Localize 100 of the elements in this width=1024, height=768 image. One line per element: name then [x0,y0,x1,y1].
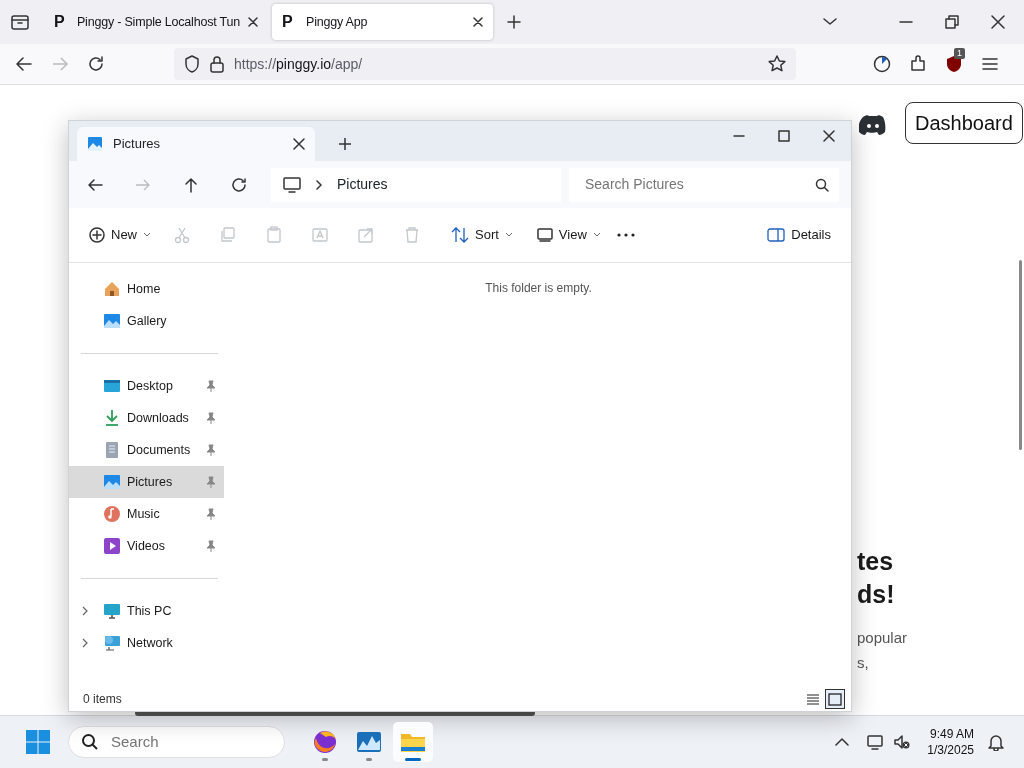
tab-title: Pictures [113,135,161,154]
clock-time: 9:49 AM [928,725,974,742]
fox-browser-icon [312,729,338,755]
back-icon[interactable] [15,55,33,73]
rename-icon [311,226,329,244]
house-icon [103,280,121,298]
music-note-icon [103,505,121,523]
chevron-up-icon[interactable] [835,737,850,747]
address-bar[interactable]: Pictures [271,167,561,202]
close-icon[interactable] [248,17,258,27]
breadcrumb-item: Pictures [337,175,388,194]
clock[interactable]: 9:49 AM 1/3/2025 [921,725,980,759]
monitor-icon [103,602,121,620]
restore-icon[interactable] [944,14,960,30]
sort-button[interactable]: Sort [443,219,521,251]
shield-icon[interactable] [945,55,963,73]
monitor-icon[interactable] [867,733,886,751]
clipboard-icon [265,226,283,244]
copy-icon [219,226,237,244]
sidebar-item[interactable]: Downloads [69,402,224,434]
bell-icon[interactable] [988,733,1004,751]
details-pane-icon [767,228,786,242]
tiles-view-button[interactable] [825,689,845,709]
favicon: P [282,12,294,32]
sidebar-item[interactable]: Gallery [69,305,224,337]
browser-tab[interactable]: P Pinggy - Simple Localhost Tun [44,4,268,40]
taskbar-app[interactable] [393,722,433,762]
reload-icon[interactable] [87,55,105,73]
tab-title: Pinggy - Simple Localhost Tun [76,13,240,31]
sidebar-item[interactable]: Home [69,273,224,305]
status-text: 0 items [83,691,123,708]
chart-app-icon [356,729,382,755]
clock-date: 1/3/2025 [927,742,974,759]
address-bar[interactable]: https://pinggy.io/app/ [174,48,796,80]
close-icon[interactable] [823,130,835,142]
lock-icon [210,55,224,73]
taskbar-search-box[interactable]: Search [68,726,285,758]
sort-arrows-icon [451,227,469,243]
tab-title: Pinggy App [306,13,369,31]
window-icon [536,228,553,242]
dashboard-button[interactable]: Dashboard [905,102,1023,144]
maximize-icon[interactable] [778,130,790,142]
close-icon[interactable] [473,17,483,27]
sidebar-item[interactable]: Desktop [69,370,224,402]
details-view-icon [805,691,821,707]
close-icon[interactable] [293,138,305,150]
sidebar-item[interactable]: Music [69,498,224,530]
sidebar-item[interactable]: Network [69,627,224,659]
search-field[interactable]: Search Pictures [583,173,815,196]
bookmark-star-icon[interactable] [768,55,786,73]
network-icon [103,634,121,652]
chat-bubble-icon[interactable] [859,114,887,136]
view-button[interactable]: View [528,219,609,251]
search-icon [815,177,829,192]
chevron-right-icon [315,179,323,190]
chevron-right-icon[interactable] [81,606,89,616]
puzzle-icon[interactable] [909,55,927,73]
caret-icon [592,232,601,238]
trash-icon [403,226,421,244]
headline-text: ds! [857,582,895,607]
extension-badge: 1 [954,48,965,59]
desktop-icon [103,377,121,395]
refresh-icon [231,176,247,193]
empty-message: This folder is empty. [485,280,592,295]
body-text: popular [857,628,908,648]
download-icon [103,409,121,427]
clock-icon[interactable] [873,55,891,73]
speaker-muted-icon[interactable] [893,733,912,751]
cut-icon [173,226,191,244]
video-icon [103,537,121,555]
details-button[interactable]: Details [759,219,839,251]
chevron-right-icon[interactable] [81,638,89,648]
sidebar-item[interactable]: Pictures [69,466,224,498]
menu-icon[interactable] [981,55,999,73]
scrollbar[interactable] [1019,260,1022,450]
sidebar-item[interactable]: Videos [69,530,224,562]
explorer-tab[interactable]: Pictures [77,127,315,161]
caret-icon [504,232,513,238]
body-text: s, [857,653,869,673]
new-tab-icon[interactable] [507,15,521,29]
taskbar-search-field[interactable]: Search [109,729,272,755]
plus-circle-icon [89,227,105,243]
shield-icon[interactable] [184,55,200,73]
search-icon [81,733,99,751]
document-icon [103,441,121,459]
search-box[interactable]: Search Pictures [569,167,839,202]
favicon: P [54,12,66,32]
windows-logo-icon [26,730,50,754]
browser-tab[interactable]: P Pinggy App [272,4,493,40]
up-arrow-icon [183,176,199,193]
sidebar-item[interactable]: Documents [69,434,224,466]
new-tab-icon[interactable] [339,138,351,150]
url-text: https://pinggy.io/app/ [234,54,364,74]
gallery-icon [103,312,121,330]
back-icon [87,176,103,193]
new-button[interactable]: New [81,219,159,251]
tab-list-icon[interactable] [11,14,29,30]
close-icon[interactable] [990,14,1006,30]
sidebar-item[interactable]: This PC [69,595,224,627]
pictures-icon [87,136,103,152]
